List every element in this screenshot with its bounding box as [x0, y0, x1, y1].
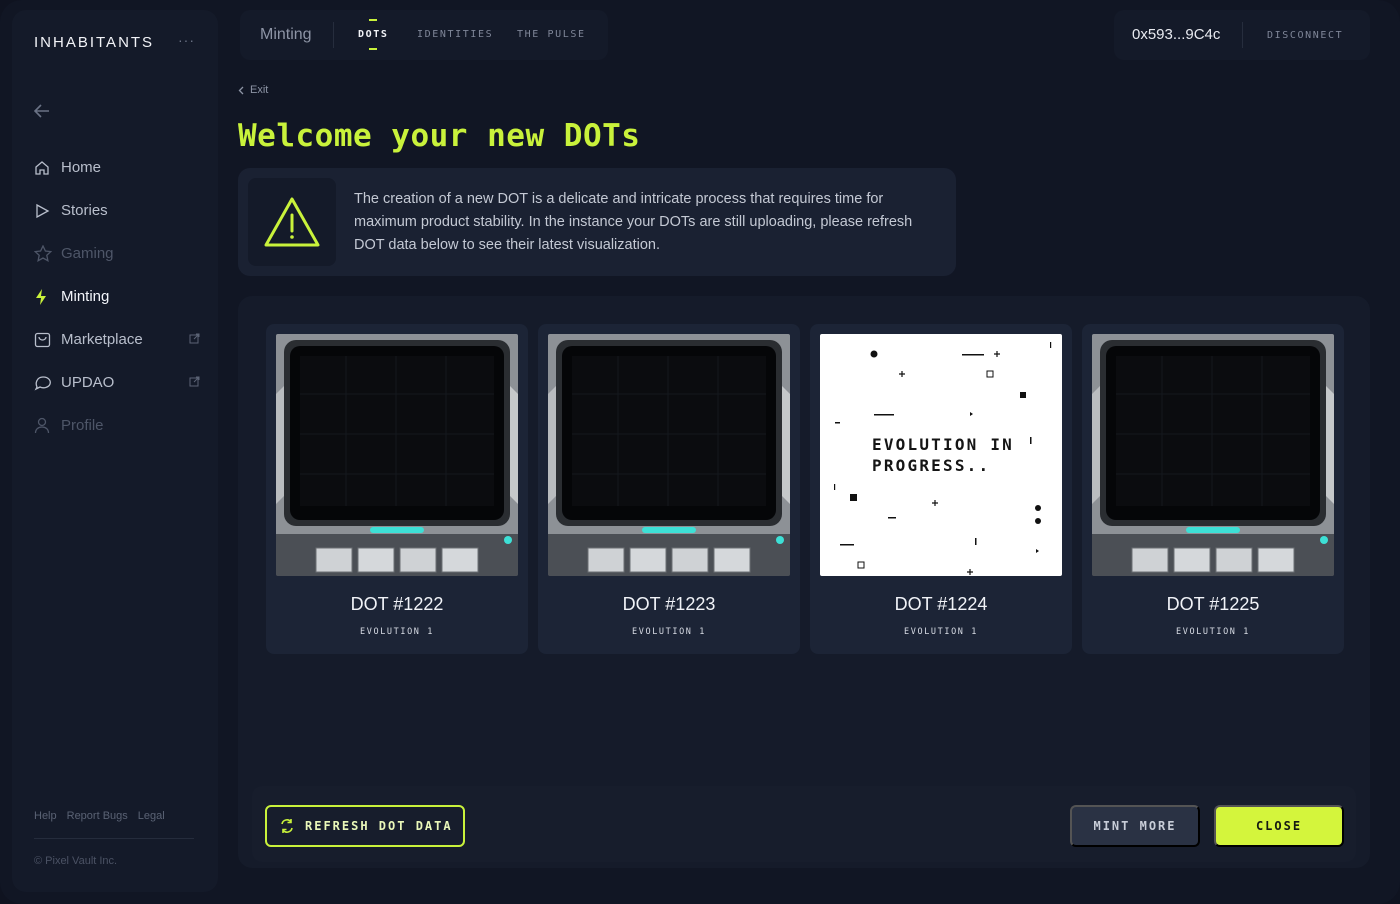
sidebar-item-home[interactable]: Home: [34, 146, 200, 189]
sidebar-item-label: Stories: [61, 202, 108, 219]
help-link[interactable]: Help: [34, 810, 57, 822]
close-button[interactable]: CLOSE: [1214, 805, 1344, 847]
sidebar-item-label: Home: [61, 159, 102, 176]
app-logo[interactable]: INHABITANTS: [34, 34, 154, 51]
tab-identities[interactable]: IDENTITIES: [417, 29, 493, 40]
dot-artwork: [548, 334, 790, 576]
dot-machine-image: [276, 334, 518, 576]
user-icon: [34, 417, 61, 434]
external-link-icon: [189, 333, 200, 347]
dot-artwork: [1092, 334, 1334, 576]
divider: [333, 22, 334, 48]
refresh-icon: [281, 819, 293, 833]
sidebar-item-profile[interactable]: Profile: [34, 404, 200, 447]
legal-link[interactable]: Legal: [138, 810, 165, 822]
top-tab-bar: Minting DOTS IDENTITIES THE PULSE: [240, 10, 608, 60]
sidebar-nav: Home Stories Gaming Minting Marketplace …: [34, 146, 200, 447]
sidebar-item-gaming[interactable]: Gaming: [34, 232, 200, 275]
info-notice: The creation of a new DOT is a delicate …: [238, 168, 956, 276]
footer-divider: [34, 838, 194, 839]
sidebar-item-stories[interactable]: Stories: [34, 189, 200, 232]
action-bar: REFRESH DOT DATA MINT MORE CLOSE: [252, 786, 1356, 862]
dot-name: DOT #1224: [894, 594, 988, 614]
footer-links: Help Report Bugs Legal: [34, 810, 165, 822]
dots-panel: DOT #1222 EVOLUTION 1 DOT #1223 EVOLUTIO…: [238, 296, 1370, 868]
dot-machine-image: [548, 334, 790, 576]
sidebar: INHABITANTS ··· Home Stories Gaming Mint…: [12, 10, 218, 892]
dot-evolution: EVOLUTION 1: [360, 627, 434, 637]
dot-card[interactable]: DOT #1222 EVOLUTION 1: [266, 324, 528, 654]
copyright: © Pixel Vault Inc.: [34, 855, 118, 867]
exit-link[interactable]: Exit: [238, 84, 268, 96]
warning-icon: [248, 178, 336, 266]
sidebar-item-label: Marketplace: [61, 331, 143, 348]
dot-card[interactable]: EVOLUTION IN PROGRESS.. DOT #1224 EVOLUT…: [810, 324, 1072, 654]
back-arrow-icon[interactable]: [33, 104, 50, 123]
progress-text: EVOLUTION IN PROGRESS..: [872, 435, 1014, 475]
dot-card[interactable]: DOT #1223 EVOLUTION 1: [538, 324, 800, 654]
home-icon: [34, 160, 61, 176]
exit-label: Exit: [250, 84, 269, 96]
sidebar-item-label: UPDAO: [61, 374, 115, 391]
play-icon: [34, 203, 61, 219]
page-title: Welcome your new DOTs: [238, 118, 641, 154]
tab-dots[interactable]: DOTS: [358, 29, 388, 40]
more-options-icon[interactable]: ···: [178, 32, 195, 48]
divider: [1242, 22, 1243, 48]
dot-evolution: EVOLUTION 1: [1176, 627, 1250, 637]
sidebar-item-marketplace[interactable]: Marketplace: [34, 318, 200, 361]
wallet-bar: 0x593...9C4c DISCONNECT: [1114, 10, 1370, 60]
section-title: Minting: [260, 26, 312, 43]
mint-more-button[interactable]: MINT MORE: [1070, 805, 1200, 847]
external-link-icon: [189, 376, 200, 390]
chevron-left-icon: [238, 86, 244, 94]
dot-artwork: [276, 334, 518, 576]
dot-machine-image: [1092, 334, 1334, 576]
active-tab-marker: [369, 19, 377, 21]
star-icon: [34, 245, 61, 262]
wallet-address[interactable]: 0x593...9C4c: [1132, 26, 1220, 43]
notice-text: The creation of a new DOT is a delicate …: [354, 191, 913, 253]
sidebar-item-minting[interactable]: Minting: [34, 275, 200, 318]
dot-evolution: EVOLUTION 1: [904, 627, 978, 637]
tab-the-pulse[interactable]: THE PULSE: [517, 29, 586, 40]
dot-name: DOT #1222: [350, 594, 444, 614]
chat-icon: [34, 375, 61, 391]
active-tab-marker: [369, 48, 377, 50]
dot-evolution: EVOLUTION 1: [632, 627, 706, 637]
disconnect-button[interactable]: DISCONNECT: [1267, 30, 1343, 41]
app-frame: INHABITANTS ··· Home Stories Gaming Mint…: [0, 0, 1400, 904]
sidebar-item-label: Profile: [61, 417, 104, 434]
dots-grid: DOT #1222 EVOLUTION 1 DOT #1223 EVOLUTIO…: [266, 324, 1344, 654]
sidebar-item-label: Gaming: [61, 245, 114, 262]
bolt-icon: [34, 288, 61, 306]
dot-name: DOT #1223: [622, 594, 716, 614]
marketplace-icon: [34, 332, 61, 348]
report-bugs-link[interactable]: Report Bugs: [67, 810, 128, 822]
dot-card[interactable]: DOT #1225 EVOLUTION 1: [1082, 324, 1344, 654]
refresh-label: REFRESH DOT DATA: [305, 819, 453, 833]
sidebar-item-label: Minting: [61, 288, 110, 305]
dot-name: DOT #1225: [1166, 594, 1260, 614]
refresh-dot-data-button[interactable]: REFRESH DOT DATA: [265, 805, 465, 847]
dot-artwork-in-progress: EVOLUTION IN PROGRESS..: [820, 334, 1062, 576]
sidebar-item-updao[interactable]: UPDAO: [34, 361, 200, 404]
